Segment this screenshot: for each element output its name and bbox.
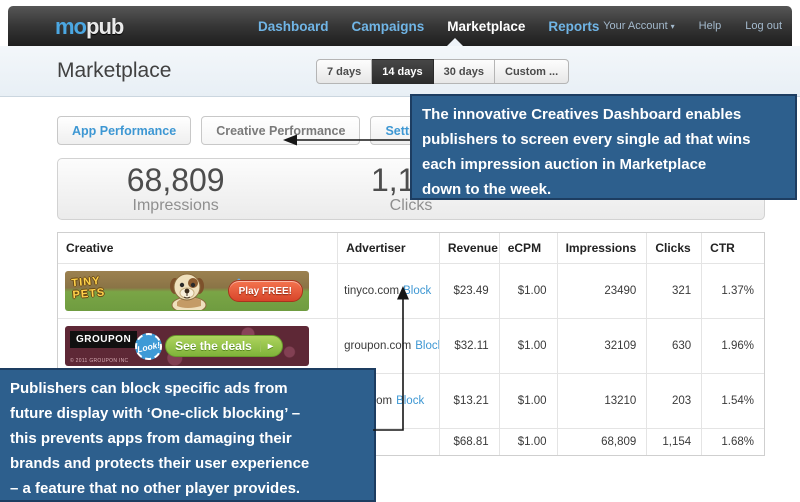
advertiser-name: groupon.com [344,340,411,352]
totals-ctr-cell: 1.68% [701,429,764,455]
date-range-30-days[interactable]: 30 days [434,59,495,84]
impressions-cell: 23490 [557,264,647,318]
ctr-cell: 1.96% [701,319,764,373]
totals-ecpm-cell: $1.00 [499,429,557,455]
groupon-ad-banner: GROUPON Look! See the deals▸ © 2011 GROU… [65,326,309,366]
cartoon-dog-icon [155,272,217,310]
totals-clicks-cell: 1,154 [646,429,701,455]
ecpm-cell: $1.00 [499,374,557,428]
logo-pub: pub [86,14,123,39]
revenue-cell: $23.49 [439,264,499,318]
header-advertiser: Advertiser [337,233,439,263]
advertiser-cell: groupon.com Block [337,319,439,373]
look-badge: Look! [132,330,164,362]
callout-one-click-blocking: Publishers can block specific ads from f… [0,368,376,502]
header-ecpm: eCPM [499,233,557,263]
help-link[interactable]: Help [699,20,722,32]
revenue-cell: $13.21 [439,374,499,428]
block-link[interactable]: Block [396,395,424,407]
block-link[interactable]: Block [415,340,439,352]
logout-link[interactable]: Log out [745,20,782,32]
tinypets-ad-banner: TINYPETS ✽ Play FREE! [65,271,309,311]
page-title: Marketplace [57,59,171,83]
tinypets-play-free-button: Play FREE! [228,280,303,302]
totals-revenue-cell: $68.81 [439,429,499,455]
clicks-cell: 321 [646,264,701,318]
groupon-see-deals-button: See the deals▸ [165,335,283,357]
tab-app-performance[interactable]: App Performance [57,116,191,145]
groupon-logo: GROUPON [70,331,137,348]
subheader: Marketplace 7 days 14 days 30 days Custo… [0,46,800,97]
tab-creative-performance[interactable]: Creative Performance [201,116,360,145]
mopub-logo[interactable]: mopub [55,14,123,40]
top-nav-bar: mopub Dashboard Campaigns Marketplace Re… [8,6,792,46]
groupon-copyright: © 2011 GROUPON INC [70,358,128,364]
impressions-cell: 32109 [557,319,647,373]
table-header-row: Creative Advertiser Revenue eCPM Impress… [58,233,764,263]
nav-item-marketplace[interactable]: Marketplace [447,19,525,34]
performance-tabs: App Performance Creative Performance Set… [57,116,450,145]
stat-impressions-label: Impressions [133,197,219,215]
advertiser-name: tinyco.com [344,285,399,297]
date-range-selector: 7 days 14 days 30 days Custom ... [316,59,569,84]
nav-right-group: Your Account▾ Help Log out [603,6,782,46]
ecpm-cell: $1.00 [499,264,557,318]
clicks-cell: 630 [646,319,701,373]
nav-links: Dashboard Campaigns Marketplace Reports [258,6,599,46]
your-account-menu[interactable]: Your Account▾ [603,20,674,32]
advertiser-cell: tinyco.com Block [337,264,439,318]
date-range-custom[interactable]: Custom ... [495,59,569,84]
clicks-cell: 203 [646,374,701,428]
logo-mo: mo [55,14,86,39]
header-creative: Creative [58,233,337,263]
callout-creatives-dashboard: The innovative Creatives Dashboard enabl… [410,94,797,200]
ecpm-cell: $1.00 [499,319,557,373]
header-revenue: Revenue [439,233,499,263]
stat-impressions-value: 68,809 [127,163,225,197]
date-range-7-days[interactable]: 7 days [316,59,372,84]
nav-item-reports[interactable]: Reports [548,19,599,34]
revenue-cell: $32.11 [439,319,499,373]
creative-cell: TINYPETS ✽ Play FREE! [58,264,337,318]
table-row: TINYPETS ✽ Play FREE! tinyco. [58,263,764,318]
ctr-cell: 1.37% [701,264,764,318]
chevron-down-icon: ▾ [671,22,675,31]
active-nav-pointer-icon [447,38,463,46]
nav-item-dashboard[interactable]: Dashboard [258,19,329,34]
date-range-14-days[interactable]: 14 days [372,59,433,84]
impressions-cell: 13210 [557,374,647,428]
table-row: GROUPON Look! See the deals▸ © 2011 GROU… [58,318,764,373]
header-clicks: Clicks [646,233,701,263]
tinypets-title: TINYPETS [71,275,106,302]
totals-impressions-cell: 68,809 [557,429,647,455]
nav-item-campaigns[interactable]: Campaigns [352,19,425,34]
header-impressions: Impressions [557,233,647,263]
stat-impressions: 68,809 Impressions [58,159,293,219]
header-ctr: CTR [701,233,764,263]
block-link[interactable]: Block [403,285,431,297]
ctr-cell: 1.54% [701,374,764,428]
advertiser-name: om [376,395,392,407]
creative-cell: GROUPON Look! See the deals▸ © 2011 GROU… [58,319,337,373]
arrow-right-icon: ▸ [260,341,273,352]
